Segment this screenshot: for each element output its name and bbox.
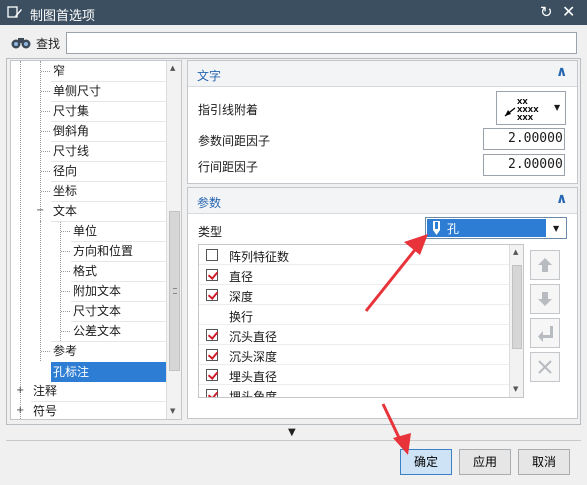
annotation-arrows — [364, 234, 428, 455]
